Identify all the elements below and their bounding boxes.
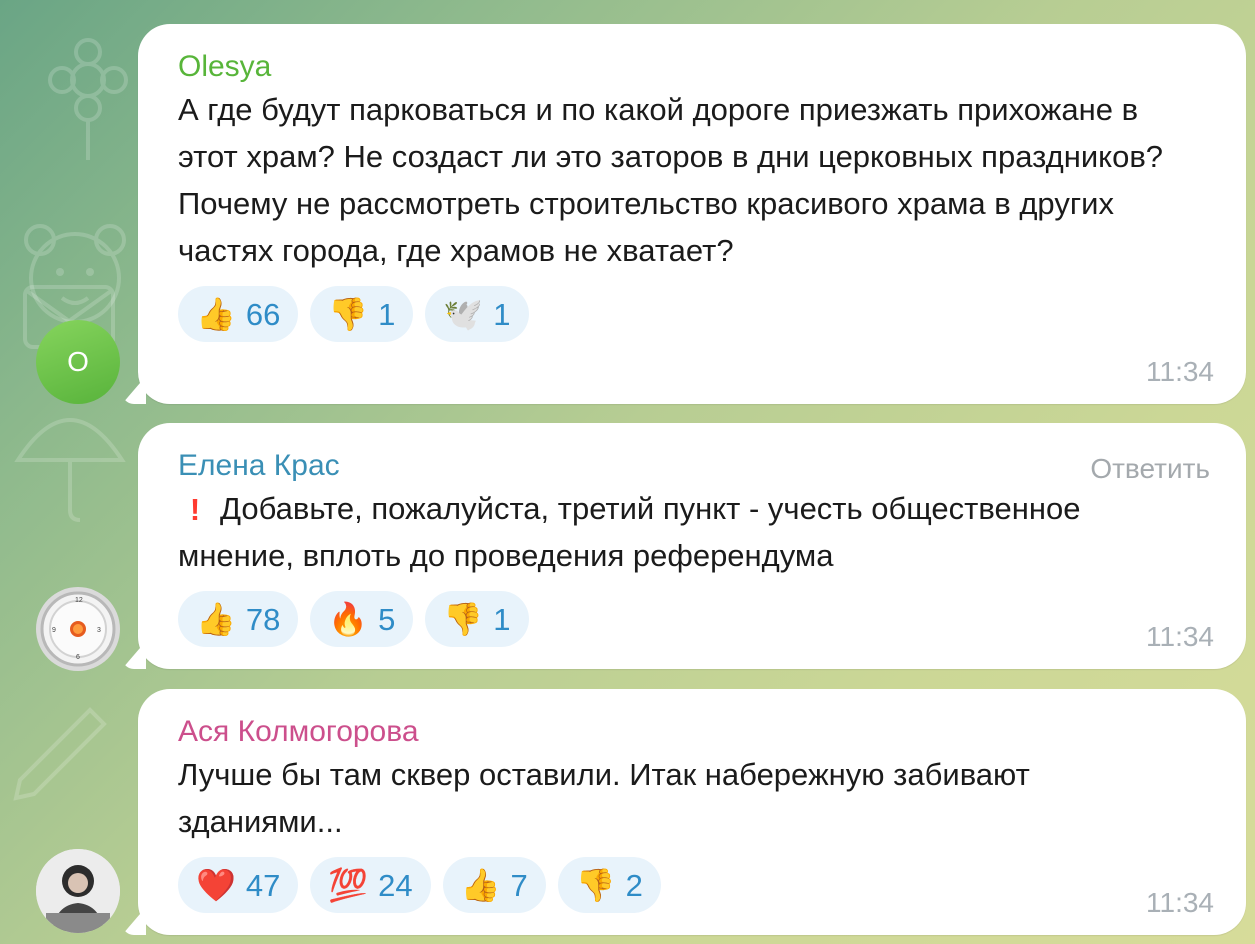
avatar[interactable]: O	[36, 320, 120, 404]
message-time: 11:34	[1146, 356, 1214, 387]
svg-text:12: 12	[75, 597, 83, 604]
reaction-count: 2	[625, 867, 643, 903]
reply-button[interactable]: Ответить	[1090, 451, 1210, 487]
avatar[interactable]	[36, 849, 120, 933]
exclamation-icon: !	[189, 492, 201, 527]
reaction-count: 47	[245, 867, 281, 903]
reaction-count: 66	[245, 296, 281, 332]
hundred-icon: 💯	[328, 867, 369, 903]
reaction-count: 7	[510, 867, 528, 903]
message-author[interactable]: Olesya	[178, 48, 1212, 86]
reaction-list: 👍 66 👎 1 🕊️ 1	[178, 286, 1212, 342]
reaction-thumbs-down[interactable]: 👎 2	[557, 857, 661, 913]
avatar[interactable]: 12 3 6 9	[36, 587, 120, 671]
avatar-letter: O	[67, 346, 89, 377]
message-row: O Olesya А где будут парковаться и по ка…	[0, 24, 1255, 404]
svg-text:9: 9	[52, 627, 56, 634]
thumbs-down-icon: 👎	[443, 601, 484, 637]
reaction-thumbs-up[interactable]: 👍 78	[178, 591, 299, 647]
thumbs-up-icon: 👍	[196, 296, 236, 332]
user-photo-icon	[36, 849, 120, 933]
reaction-thumbs-up[interactable]: 👍 66	[178, 286, 299, 342]
reaction-count: 5	[378, 601, 396, 637]
message-author[interactable]: Ася Колмогорова	[178, 713, 1212, 751]
reaction-count: 1	[493, 601, 511, 637]
message-row: Ася Колмогорова Лучше бы там сквер остав…	[0, 689, 1255, 935]
reaction-count: 24	[378, 867, 413, 903]
message-text: ! Добавьте, пожалуйста, третий пункт - уч…	[178, 485, 1188, 579]
svg-text:6: 6	[76, 654, 80, 661]
reaction-fire[interactable]: 🔥 5	[310, 591, 414, 647]
thumbs-down-icon: 👎	[328, 296, 369, 332]
message-text: Лучше бы там сквер оставили. Итак набере…	[178, 757, 1030, 839]
message-time: 11:34	[1146, 621, 1214, 652]
heart-icon: ❤️	[196, 867, 236, 903]
reaction-count: 1	[378, 296, 396, 332]
message-row: 12 3 6 9 Елена Крас Ответить ! Добавьте, …	[0, 423, 1255, 671]
reaction-thumbs-down[interactable]: 👎 1	[310, 286, 414, 342]
reaction-thumbs-down[interactable]: 👎 1	[425, 591, 529, 647]
message-text-body: Добавьте, пожалуйста, третий пункт - уче…	[178, 491, 1081, 573]
reaction-thumbs-up[interactable]: 👍 7	[442, 857, 546, 913]
fire-icon: 🔥	[328, 601, 369, 637]
reaction-hundred[interactable]: 💯 24	[310, 857, 431, 913]
dove-icon: 🕊️	[443, 296, 484, 332]
clock-icon: 12 3 6 9	[40, 591, 116, 667]
message-time: 11:34	[1146, 887, 1214, 918]
reaction-list: ❤️ 47 💯 24 👍 7 👎 2	[178, 857, 1212, 913]
reaction-list: 👍 78 🔥 5 👎 1	[178, 591, 1212, 647]
message-bubble[interactable]: Olesya А где будут парковаться и по како…	[138, 24, 1246, 404]
reaction-heart[interactable]: ❤️ 47	[178, 857, 299, 913]
reaction-count: 1	[493, 296, 511, 332]
thumbs-up-icon: 👍	[460, 867, 501, 903]
svg-text:3: 3	[97, 627, 101, 634]
reaction-dove[interactable]: 🕊️ 1	[425, 286, 529, 342]
message-bubble[interactable]: Ася Колмогорова Лучше бы там сквер остав…	[138, 689, 1246, 935]
thumbs-down-icon: 👎	[575, 867, 616, 903]
message-text: А где будут парковаться и по какой дорог…	[178, 92, 1164, 268]
message-bubble[interactable]: Елена Крас Ответить ! Добавьте, пожалуйст…	[138, 423, 1246, 669]
thumbs-up-icon: 👍	[196, 601, 236, 637]
message-author[interactable]: Елена Крас	[178, 447, 1212, 485]
reaction-count: 78	[245, 601, 281, 637]
